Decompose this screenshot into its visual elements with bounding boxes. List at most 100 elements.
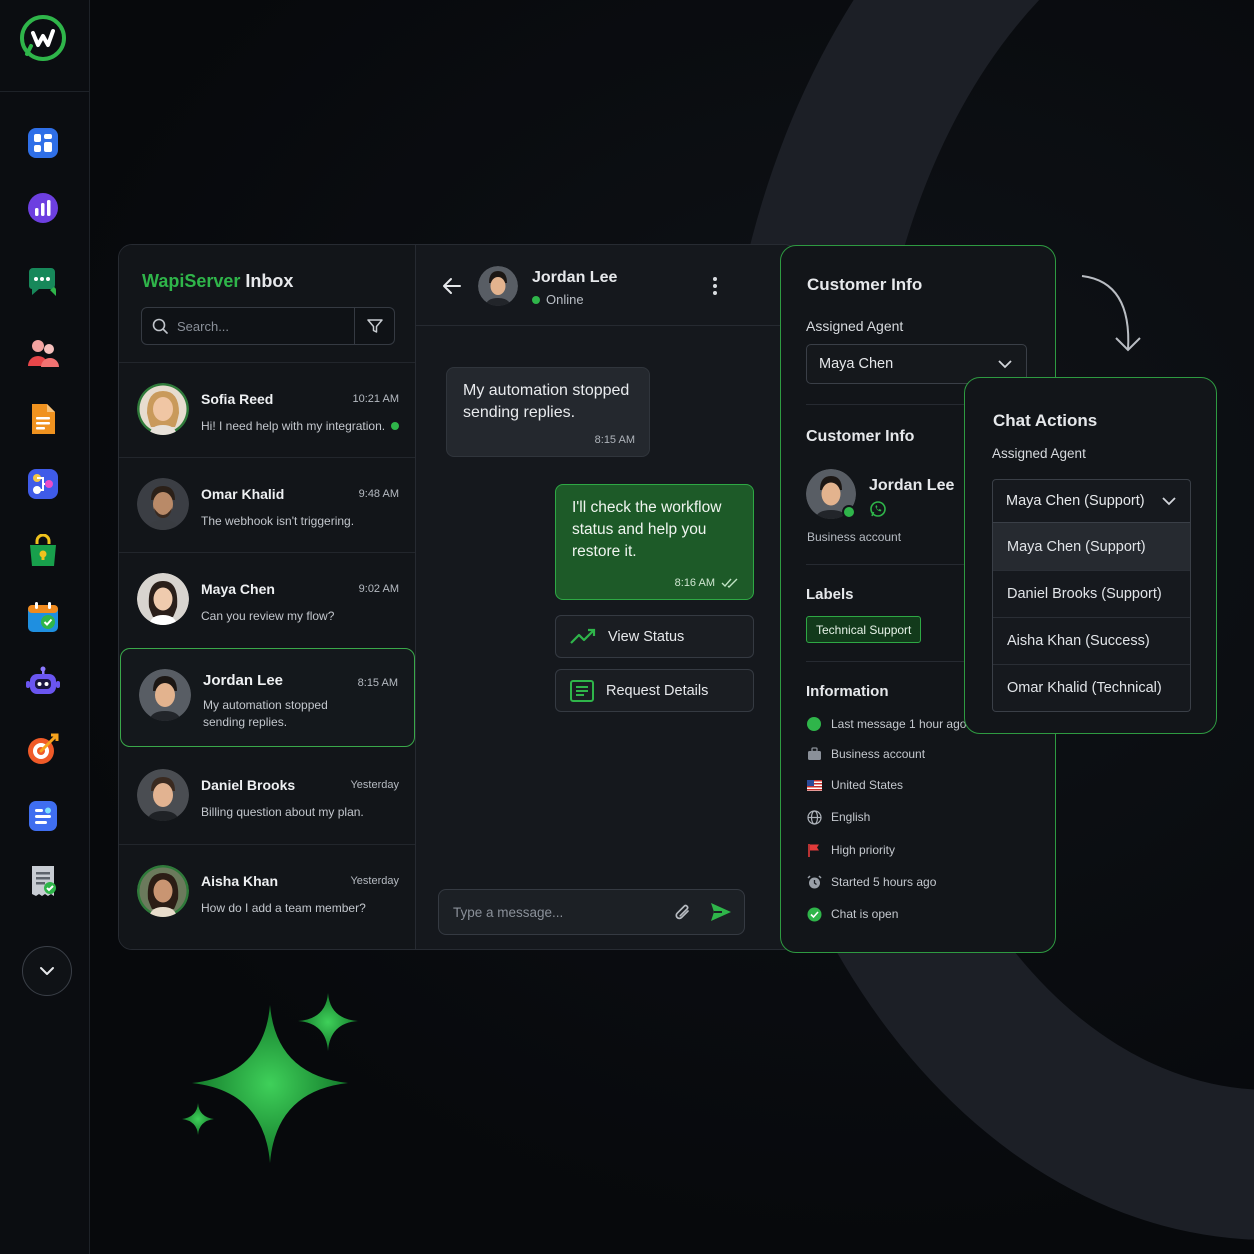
globe-icon xyxy=(806,809,822,825)
verified-badge-icon xyxy=(842,505,856,519)
conversation-item[interactable]: Omar Khalid 9:48 AM The webhook isn't tr… xyxy=(119,457,415,552)
info-country: United States xyxy=(806,777,903,793)
info-text: Last message 1 hour ago xyxy=(831,717,967,731)
inbox-title-suffix: Inbox xyxy=(245,271,294,291)
chat-actions-panel: Chat Actions Assigned Agent Maya Chen (S… xyxy=(964,377,1217,734)
search-box[interactable] xyxy=(141,307,355,345)
us-flag-icon xyxy=(806,777,822,793)
chevron-down-icon xyxy=(40,967,54,975)
chat-icon[interactable] xyxy=(26,266,60,300)
store-icon[interactable] xyxy=(26,534,60,568)
reports-icon[interactable] xyxy=(26,864,60,898)
briefcase-icon xyxy=(806,746,822,762)
agent-option[interactable]: Omar Khalid (Technical) xyxy=(993,664,1190,711)
agent-dropdown[interactable]: Maya Chen (Support) xyxy=(992,479,1191,523)
info-chat-status: Chat is open xyxy=(806,906,898,922)
chat-header: Jordan Lee Online xyxy=(416,245,797,326)
info-text: Started 5 hours ago xyxy=(831,875,937,889)
info-language: English xyxy=(806,809,870,825)
assigned-agent-label: Assigned Agent xyxy=(992,446,1086,461)
chevron-down-icon xyxy=(998,360,1012,369)
agent-dropdown-list: Maya Chen (Support) Daniel Brooks (Suppo… xyxy=(992,523,1191,712)
templates-icon[interactable] xyxy=(26,799,60,833)
conversation-time: 8:15 AM xyxy=(357,677,398,689)
sidebar-rail xyxy=(0,0,90,1254)
message-meta: 8:16 AM xyxy=(675,577,739,589)
avatar xyxy=(139,669,191,721)
contact-status: Online xyxy=(532,292,584,307)
analytics-icon[interactable] xyxy=(26,191,60,225)
info-text: United States xyxy=(831,778,904,792)
conversation-name: Daniel Brooks xyxy=(201,777,296,793)
customer-info-section-title: Customer Info xyxy=(806,428,915,445)
info-text: Business account xyxy=(831,747,926,761)
chat-panel: Jordan Lee Online My automation stopped … xyxy=(416,245,797,949)
conversation-preview: Can you review my flow? xyxy=(201,609,335,623)
outgoing-message: I'll check the workflow status and help … xyxy=(555,484,754,600)
calendar-icon[interactable] xyxy=(26,600,60,634)
chat-actions-title: Chat Actions xyxy=(993,411,1098,430)
incoming-message: My automation stopped sending replies. 8… xyxy=(446,367,650,457)
flows-icon[interactable] xyxy=(26,467,60,501)
conversation-item[interactable]: Maya Chen 9:02 AM Can you review my flow… xyxy=(119,552,415,647)
status-dot-icon xyxy=(806,716,822,732)
app-stage: WapiServer Inbox Sofia Reed 10:21 AM Hi!… xyxy=(0,0,1254,1254)
request-details-button[interactable]: Request Details xyxy=(555,669,754,712)
conversation-name: Jordan Lee xyxy=(203,672,284,689)
dashboard-icon[interactable] xyxy=(26,126,60,160)
contact-name: Jordan Lee xyxy=(532,269,618,286)
conversation-preview: My automation stopped sending replies. xyxy=(203,698,328,729)
collapse-button[interactable] xyxy=(22,946,72,996)
label-tag[interactable]: Technical Support xyxy=(806,616,922,643)
customer-avatar xyxy=(806,469,856,519)
check-circle-icon xyxy=(806,906,822,922)
back-button[interactable] xyxy=(442,276,462,301)
inbox-title: WapiServer Inbox xyxy=(142,271,293,292)
bot-icon[interactable] xyxy=(26,666,60,700)
send-button[interactable] xyxy=(709,901,733,928)
conversation-item[interactable]: Daniel Brooks Yesterday Billing question… xyxy=(119,749,415,844)
logo-icon[interactable] xyxy=(19,14,67,62)
conversation-item[interactable]: Aisha Khan Yesterday How do I add a team… xyxy=(119,844,415,939)
avatar xyxy=(137,478,189,530)
filter-button[interactable] xyxy=(355,307,395,345)
labels-title: Labels xyxy=(806,586,854,603)
unread-indicator xyxy=(391,422,399,430)
conversation-preview: Hi! I need help with my integration. xyxy=(201,419,386,433)
conversation-preview: The webhook isn't triggering. xyxy=(201,514,355,528)
alarm-clock-icon xyxy=(806,874,822,890)
message-text: I'll check the workflow status and help … xyxy=(572,499,722,560)
info-text: High priority xyxy=(831,843,896,857)
send-icon xyxy=(711,903,731,921)
agent-option[interactable]: Daniel Brooks (Support) xyxy=(993,570,1190,617)
avatar xyxy=(137,573,189,625)
agent-dropdown-value: Maya Chen (Support) xyxy=(1006,493,1145,509)
contacts-icon[interactable] xyxy=(26,336,60,370)
more-options-button[interactable] xyxy=(712,276,718,301)
search-input[interactable] xyxy=(177,318,342,334)
red-flag-icon xyxy=(806,842,822,858)
avatar xyxy=(137,769,189,821)
conversation-item-active[interactable]: Jordan Lee 8:15 AM My automation stopped… xyxy=(120,648,415,747)
document-list-icon xyxy=(570,679,594,702)
arrow-left-icon xyxy=(443,278,461,294)
agent-option[interactable]: Aisha Khan (Success) xyxy=(993,617,1190,664)
info-text: English xyxy=(831,810,871,824)
campaigns-icon[interactable] xyxy=(26,732,60,766)
attach-button[interactable] xyxy=(673,902,693,929)
conversation-time: 9:02 AM xyxy=(358,583,399,595)
assigned-agent-value: Maya Chen xyxy=(819,356,894,372)
conversation-item[interactable]: Sofia Reed 10:21 AM Hi! I need help with… xyxy=(119,362,415,457)
view-status-button[interactable]: View Status xyxy=(555,615,754,658)
message-input[interactable] xyxy=(453,904,663,920)
customer-name: Jordan Lee xyxy=(869,477,955,494)
curved-arrow-icon xyxy=(1078,270,1148,365)
conversation-name: Sofia Reed xyxy=(201,391,274,407)
documents-icon[interactable] xyxy=(26,402,60,436)
status-text: Online xyxy=(546,292,584,307)
brand-name: WapiServer xyxy=(142,271,241,291)
agent-option[interactable]: Maya Chen (Support) xyxy=(993,523,1190,570)
info-priority: High priority xyxy=(806,842,895,858)
main-panel: WapiServer Inbox Sofia Reed 10:21 AM Hi!… xyxy=(118,244,798,950)
button-label: View Status xyxy=(608,628,685,645)
